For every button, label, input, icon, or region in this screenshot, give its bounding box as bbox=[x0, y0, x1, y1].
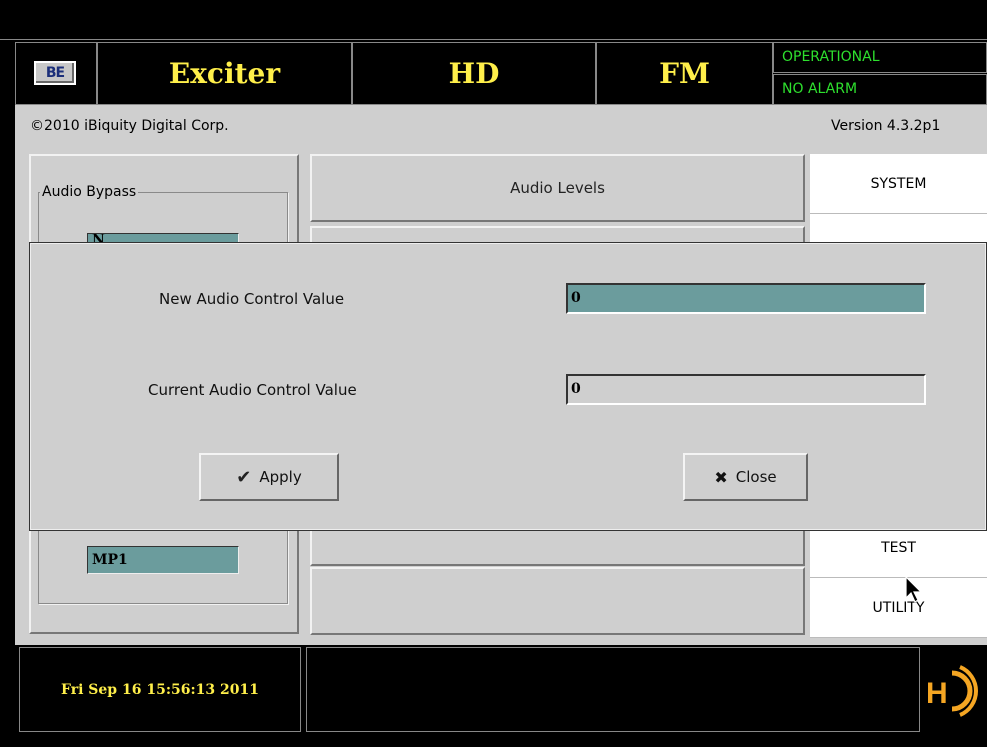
mode-fm-indicator: FM bbox=[596, 42, 773, 105]
current-value-field: 0 bbox=[566, 374, 926, 405]
svg-text:H: H bbox=[926, 677, 948, 710]
new-value-label: New Audio Control Value bbox=[159, 290, 345, 308]
version-text: Version 4.3.2p1 bbox=[831, 118, 941, 134]
checkmark-icon: ✔ bbox=[236, 466, 252, 488]
nav-system[interactable]: SYSTEM bbox=[810, 154, 987, 214]
be-logo-icon: BE bbox=[34, 61, 76, 85]
logo-cell: BE bbox=[15, 42, 97, 105]
app-title: Exciter bbox=[97, 42, 352, 105]
status-operational: OPERATIONAL bbox=[773, 42, 987, 73]
datetime-display: Fri Sep 16 15:56:13 2011 bbox=[19, 647, 301, 732]
audio-control-dialog: New Audio Control Value 0 Current Audio … bbox=[29, 242, 987, 531]
apply-button-label: Apply bbox=[259, 468, 302, 486]
audio-levels-button[interactable]: Audio Levels bbox=[310, 154, 805, 222]
mode-hd-indicator: HD bbox=[352, 42, 596, 105]
top-bar bbox=[0, 0, 987, 40]
close-button[interactable]: ✖ Close bbox=[683, 453, 808, 501]
service-mode-field[interactable]: MP1 bbox=[87, 546, 239, 574]
message-display bbox=[306, 647, 920, 732]
audio-bypass-label: Audio Bypass bbox=[40, 184, 139, 200]
hd-radio-logo-icon: H bbox=[924, 663, 984, 719]
mouse-cursor-icon bbox=[904, 575, 924, 604]
close-button-label: Close bbox=[735, 468, 777, 486]
close-icon: ✖ bbox=[714, 467, 728, 487]
center-button-4[interactable] bbox=[310, 567, 805, 635]
copyright-text: ©2010 iBiquity Digital Corp. bbox=[30, 118, 229, 134]
apply-button[interactable]: ✔ Apply bbox=[199, 453, 339, 501]
new-value-input[interactable]: 0 bbox=[566, 283, 926, 314]
nav-utility[interactable]: UTILITY bbox=[810, 578, 987, 638]
status-alarm: NO ALARM bbox=[773, 74, 987, 105]
current-value-label: Current Audio Control Value bbox=[148, 381, 357, 399]
